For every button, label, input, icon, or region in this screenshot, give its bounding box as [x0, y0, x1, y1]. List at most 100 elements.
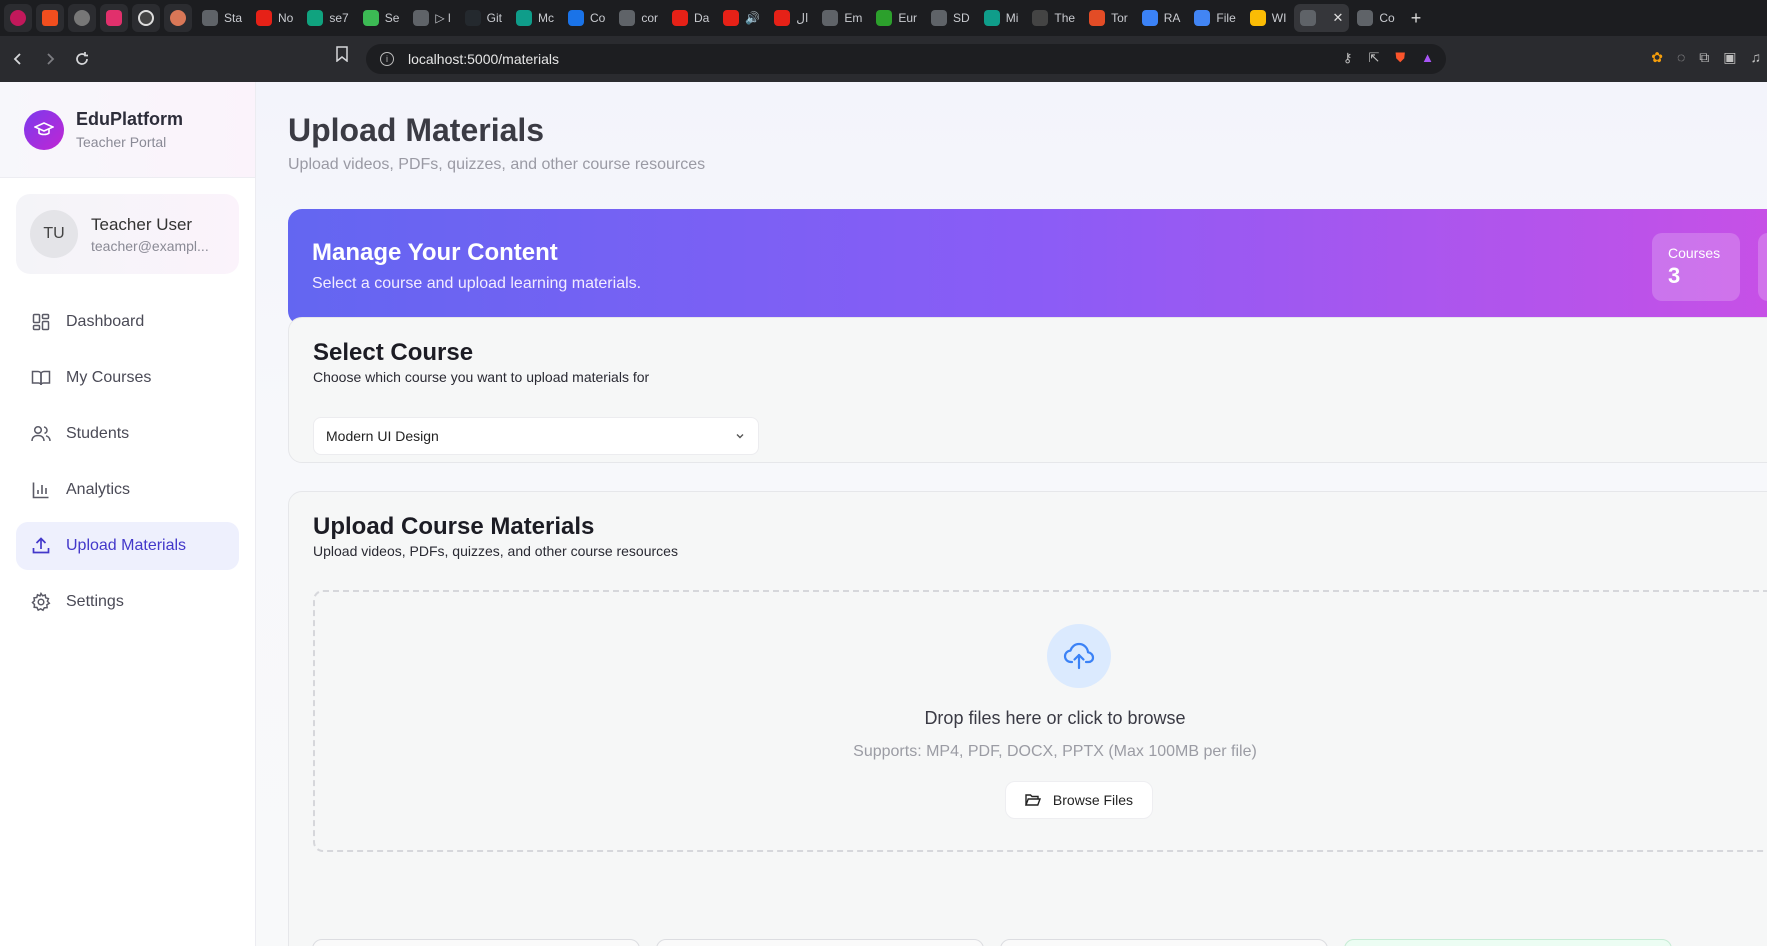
- users-icon: [30, 423, 52, 445]
- reload-icon[interactable]: [68, 45, 96, 73]
- extension-icon[interactable]: ✿: [1651, 49, 1663, 66]
- tab-label: se7: [329, 11, 349, 25]
- browser-tab[interactable]: se7: [301, 4, 354, 32]
- close-tab-icon[interactable]: ✕: [1332, 10, 1343, 26]
- browser-tab[interactable]: SD: [925, 4, 976, 32]
- bar-chart-icon: [30, 479, 52, 501]
- browse-files-button[interactable]: Browse Files: [1005, 781, 1153, 819]
- pinned-tab[interactable]: [4, 4, 32, 32]
- browser-tab[interactable]: Eur: [870, 4, 923, 32]
- tab-favicon-icon: [672, 10, 688, 26]
- tab-label: SD: [953, 11, 970, 25]
- browser-tab[interactable]: Co: [562, 4, 611, 32]
- url-text: localhost:5000/materials: [408, 51, 559, 67]
- user-card[interactable]: TU Teacher User teacher@exampl...: [16, 194, 239, 274]
- browser-tab[interactable]: No: [250, 4, 299, 32]
- pinned-tab[interactable]: [100, 4, 128, 32]
- sidebar-item-analytics[interactable]: Analytics: [16, 466, 239, 514]
- tab-favicon-icon: [619, 10, 636, 26]
- site-info-icon[interactable]: i: [380, 52, 394, 66]
- browser-tab[interactable]: Em: [816, 4, 868, 32]
- cloud-upload-icon: [1047, 624, 1111, 688]
- tab-label: Co: [1379, 11, 1395, 25]
- tab-favicon-icon: [1089, 10, 1106, 26]
- brand-subtitle: Teacher Portal: [76, 134, 167, 150]
- browser-tab[interactable]: Git: [459, 4, 508, 32]
- tab-favicon-icon: [1300, 10, 1317, 26]
- browser-tab[interactable]: Tor: [1083, 4, 1134, 32]
- sidebar-item-settings[interactable]: Settings: [16, 578, 239, 626]
- tab-favicon-icon: [567, 10, 584, 26]
- course-select[interactable]: Modern UI Design: [313, 417, 759, 455]
- share-icon[interactable]: ⇱: [1368, 50, 1379, 66]
- material-type-card[interactable]: [312, 939, 640, 946]
- pinned-tab[interactable]: [132, 4, 160, 32]
- brave-shield-icon[interactable]: ⛊: [1395, 50, 1405, 66]
- back-icon[interactable]: [4, 45, 32, 73]
- forward-icon[interactable]: [36, 45, 64, 73]
- browser-tab[interactable]: ✕: [1294, 4, 1350, 32]
- browser-tab[interactable]: Co: [1351, 4, 1400, 32]
- key-icon[interactable]: ⚷: [1343, 50, 1353, 66]
- tab-favicon-icon: [1194, 10, 1211, 26]
- address-bar[interactable]: i localhost:5000/materials ⚷ ⇱ ⛊ ▲: [366, 44, 1446, 74]
- upload-icon: [30, 535, 52, 557]
- browser-tab[interactable]: cor: [613, 4, 664, 32]
- puzzle-icon[interactable]: ⧉: [1699, 49, 1709, 66]
- page-subtitle: Upload videos, PDFs, quizzes, and other …: [288, 156, 706, 173]
- browser-tab[interactable]: File: [1188, 4, 1241, 32]
- tab-favicon-icon: [202, 10, 218, 26]
- tab-favicon-icon: [307, 10, 324, 26]
- material-type-card[interactable]: [656, 939, 984, 946]
- tab-label: ▷ l: [435, 11, 451, 25]
- browser-tab[interactable]: WI: [1244, 4, 1293, 32]
- sidebar-toggle-icon[interactable]: ▣: [1723, 49, 1736, 66]
- media-icon[interactable]: ♫: [1751, 49, 1762, 66]
- pinned-tab[interactable]: [36, 4, 64, 32]
- sidebar-item-label: Dashboard: [66, 313, 145, 330]
- sidebar-item-label: Settings: [66, 593, 124, 610]
- user-name: Teacher User: [91, 214, 193, 234]
- sidebar-item-label: Students: [66, 425, 130, 442]
- sidebar-item-my-courses[interactable]: My Courses: [16, 354, 239, 402]
- avatar: TU: [30, 210, 78, 258]
- bookmark-icon[interactable]: [336, 46, 348, 67]
- material-type-card[interactable]: [1344, 939, 1672, 946]
- browser-tab[interactable]: ▷ l: [407, 4, 456, 32]
- tab-label: Em: [844, 11, 863, 25]
- browser-tab[interactable]: Mc: [510, 4, 560, 32]
- browser-tab[interactable]: RA: [1136, 4, 1187, 32]
- sidebar-item-students[interactable]: Students: [16, 410, 239, 458]
- tab-favicon-icon: [876, 10, 893, 26]
- browser-tab[interactable]: Sta: [196, 4, 248, 32]
- new-tab-button[interactable]: +: [1411, 8, 1422, 29]
- extension-icon[interactable]: ◌: [1677, 49, 1685, 66]
- banner-subtitle: Select a course and upload learning mate…: [312, 275, 642, 292]
- browser-tab[interactable]: 🔊: [717, 4, 766, 32]
- content-banner: Manage Your Content Select a course and …: [288, 209, 1767, 325]
- sidebar-item-label: Upload Materials: [66, 537, 187, 554]
- sidebar-item-dashboard[interactable]: Dashboard: [16, 298, 239, 346]
- tab-favicon-icon: [983, 10, 1000, 26]
- book-icon: [30, 367, 52, 389]
- browser-tab[interactable]: ال: [768, 4, 814, 32]
- stat-label: Courses: [1668, 245, 1721, 261]
- sidebar-item-label: My Courses: [66, 369, 152, 386]
- material-type-card[interactable]: [1000, 939, 1328, 946]
- browser-tab[interactable]: Mi: [978, 4, 1025, 32]
- browser-tab[interactable]: Da: [666, 4, 715, 32]
- file-dropzone[interactable]: Drop files here or click to browse Suppo…: [313, 590, 1767, 852]
- rewards-icon[interactable]: ▲: [1421, 50, 1434, 66]
- browser-tab[interactable]: Se: [357, 4, 406, 32]
- tab-favicon-icon: [464, 10, 481, 26]
- browser-tab[interactable]: The: [1026, 4, 1081, 32]
- app-page: EduPlatform Teacher Portal TU Teacher Us…: [0, 82, 1767, 946]
- chevron-down-icon: [734, 429, 746, 445]
- tab-label: Git: [486, 11, 502, 25]
- pinned-tab[interactable]: [68, 4, 96, 32]
- upload-materials-card: Upload Course Materials Upload videos, P…: [288, 491, 1767, 946]
- sidebar-item-upload-materials[interactable]: Upload Materials: [16, 522, 239, 570]
- pinned-tab[interactable]: [164, 4, 192, 32]
- tab-label: cor: [641, 11, 658, 25]
- tab-label: Tor: [1111, 11, 1128, 25]
